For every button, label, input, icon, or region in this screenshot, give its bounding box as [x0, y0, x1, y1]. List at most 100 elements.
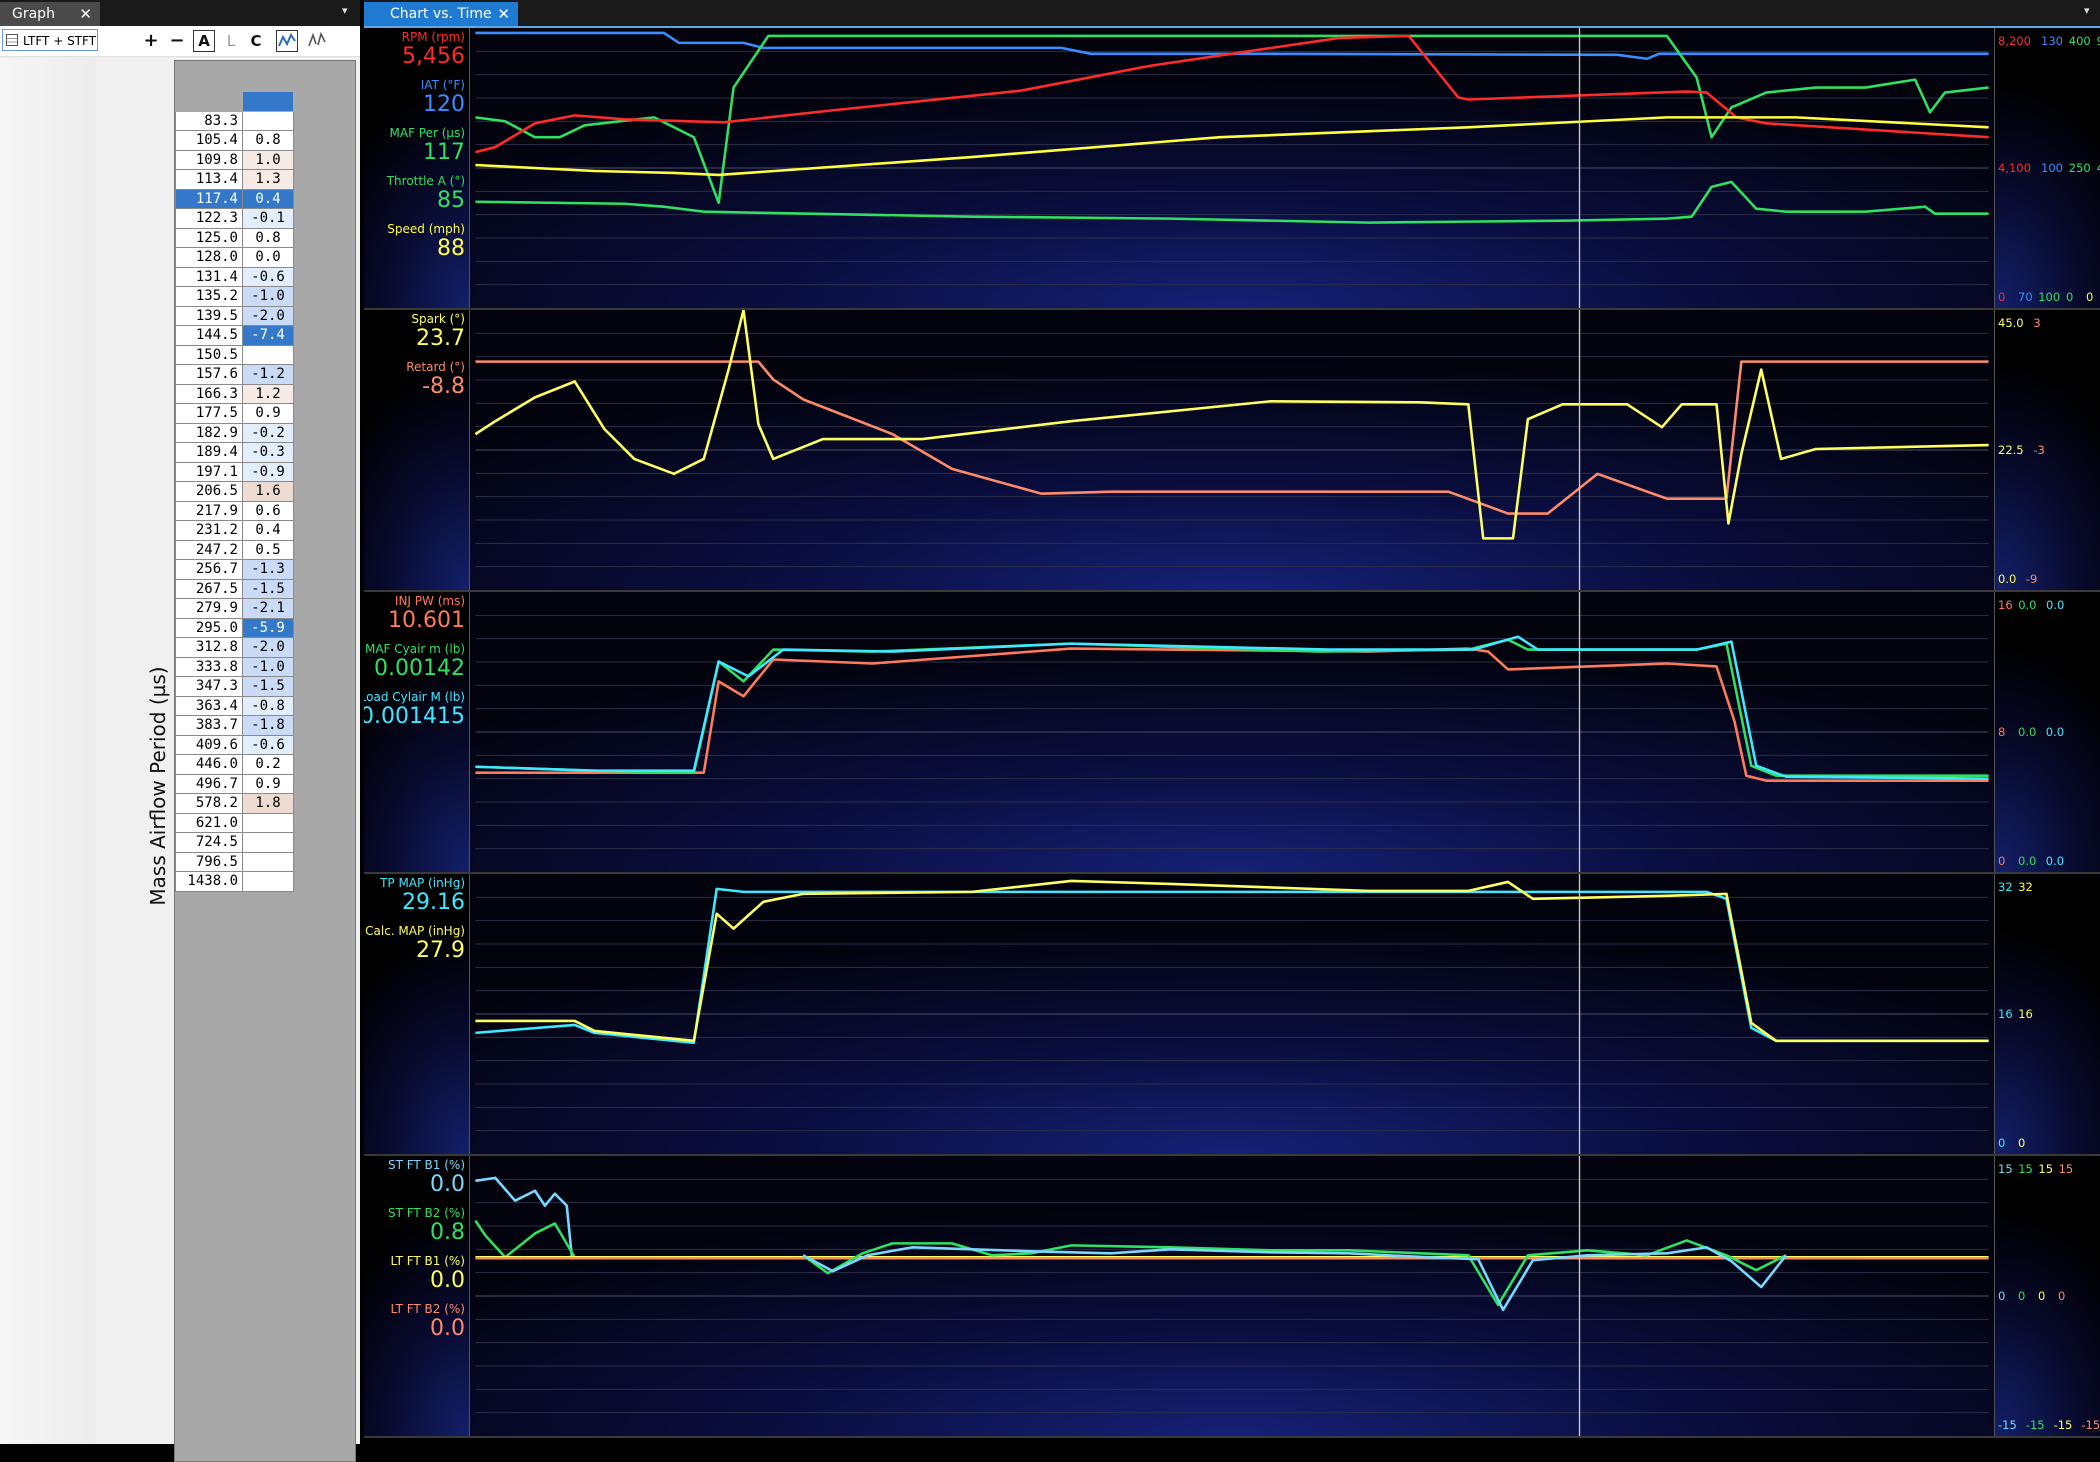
- row-header[interactable]: 150.5: [175, 344, 243, 365]
- row-header[interactable]: 177.5: [175, 403, 243, 424]
- row-header[interactable]: 197.1: [175, 461, 243, 482]
- row-header[interactable]: 312.8: [175, 637, 243, 658]
- table-cell[interactable]: 1.3: [242, 169, 294, 190]
- table-row[interactable]: 446.0 0.2: [175, 754, 294, 775]
- row-header[interactable]: 131.4: [175, 266, 243, 287]
- row-header[interactable]: 446.0: [175, 754, 243, 775]
- plot-area[interactable]: [470, 310, 1994, 590]
- table-row[interactable]: 496.7 0.9: [175, 773, 294, 794]
- table-row[interactable]: 125.0 0.8: [175, 227, 294, 248]
- row-header[interactable]: 1438.0: [175, 871, 243, 892]
- table-row[interactable]: 724.5: [175, 832, 294, 853]
- table-cell[interactable]: -1.0: [242, 286, 294, 307]
- table-cell[interactable]: -1.0: [242, 656, 294, 677]
- table-cell[interactable]: -1.2: [242, 364, 294, 385]
- table-row[interactable]: 177.5 0.9: [175, 403, 294, 424]
- row-header[interactable]: 83.3: [175, 110, 243, 131]
- chart-panel-1[interactable]: RPM (rpm) 5,456 IAT (°F) 120 MAF Per (µs) 117…: [364, 28, 2100, 310]
- row-header[interactable]: 383.7: [175, 715, 243, 736]
- table-row[interactable]: 144.5 -7.4: [175, 325, 294, 346]
- row-header[interactable]: 578.2: [175, 793, 243, 814]
- row-header[interactable]: 144.5: [175, 325, 243, 346]
- plot-area[interactable]: [470, 592, 1994, 872]
- table-row[interactable]: 256.7 -1.3: [175, 559, 294, 580]
- table-cell[interactable]: 0.5: [242, 539, 294, 560]
- chevron-down-icon[interactable]: ▾: [342, 4, 348, 17]
- table-cell[interactable]: [242, 851, 294, 872]
- table-cell[interactable]: -2.0: [242, 637, 294, 658]
- table-cell[interactable]: 0.9: [242, 773, 294, 794]
- l-button[interactable]: L: [220, 30, 242, 52]
- zoom-out-button[interactable]: −: [166, 30, 188, 52]
- table-row[interactable]: 217.9 0.6: [175, 500, 294, 521]
- table-cell[interactable]: 0.6: [242, 500, 294, 521]
- table-row[interactable]: 1438.0: [175, 871, 294, 892]
- table-row[interactable]: 105.4 0.8: [175, 130, 294, 151]
- chart-panel-5[interactable]: ST FT B1 (%) 0.0 ST FT B2 (%) 0.8 LT FT B1 (…: [364, 1156, 2100, 1438]
- row-header[interactable]: 166.3: [175, 383, 243, 404]
- chart-panel-4[interactable]: TP MAP (inHg) 29.16 Calc. MAP (inHg) 27.9 32…: [364, 874, 2100, 1156]
- close-icon[interactable]: ✕: [497, 2, 510, 26]
- table-cell[interactable]: -0.1: [242, 208, 294, 229]
- plot-area[interactable]: [470, 28, 1994, 308]
- c-button[interactable]: C: [245, 30, 267, 52]
- table-row[interactable]: 131.4 -0.6: [175, 266, 294, 287]
- table-cell[interactable]: -0.3: [242, 442, 294, 463]
- table-cell[interactable]: -5.9: [242, 617, 294, 638]
- row-header[interactable]: 113.4: [175, 169, 243, 190]
- table-cell[interactable]: 1.6: [242, 481, 294, 502]
- row-header[interactable]: 279.9: [175, 598, 243, 619]
- table-row[interactable]: 267.5 -1.5: [175, 578, 294, 599]
- table-cell[interactable]: 0.8: [242, 130, 294, 151]
- table-cell[interactable]: -1.8: [242, 715, 294, 736]
- channel-selector[interactable]: LTFT + STFT: [2, 29, 98, 51]
- chevron-down-icon[interactable]: ▾: [2084, 4, 2090, 17]
- table-cell[interactable]: -2.1: [242, 598, 294, 619]
- table-cell[interactable]: 0.4: [242, 520, 294, 541]
- table-row[interactable]: 333.8 -1.0: [175, 656, 294, 677]
- table-cell[interactable]: 1.8: [242, 793, 294, 814]
- table-row[interactable]: 135.2 -1.0: [175, 286, 294, 307]
- table-row[interactable]: 182.9 -0.2: [175, 422, 294, 443]
- table-row[interactable]: 409.6 -0.6: [175, 734, 294, 755]
- table-column-header[interactable]: [242, 91, 294, 112]
- row-header[interactable]: 267.5: [175, 578, 243, 599]
- row-header[interactable]: 496.7: [175, 773, 243, 794]
- row-header[interactable]: 231.2: [175, 520, 243, 541]
- table-row[interactable]: 128.0 0.0: [175, 247, 294, 268]
- row-header[interactable]: 182.9: [175, 422, 243, 443]
- table-cell[interactable]: -0.2: [242, 422, 294, 443]
- table-cell[interactable]: 0.9: [242, 403, 294, 424]
- row-header[interactable]: 333.8: [175, 656, 243, 677]
- table-cell[interactable]: -0.6: [242, 734, 294, 755]
- row-header[interactable]: 135.2: [175, 286, 243, 307]
- row-header[interactable]: 125.0: [175, 227, 243, 248]
- table-cell[interactable]: [242, 344, 294, 365]
- row-header[interactable]: 122.3: [175, 208, 243, 229]
- table-row[interactable]: 247.2 0.5: [175, 539, 294, 560]
- row-header[interactable]: 295.0: [175, 617, 243, 638]
- table-cell[interactable]: [242, 110, 294, 131]
- row-header[interactable]: 409.6: [175, 734, 243, 755]
- table-row[interactable]: 189.4 -0.3: [175, 442, 294, 463]
- table-cell[interactable]: 0.4: [242, 188, 294, 209]
- table-row[interactable]: 383.7 -1.8: [175, 715, 294, 736]
- table-row[interactable]: 113.4 1.3: [175, 169, 294, 190]
- a-button[interactable]: A: [193, 30, 215, 52]
- table-row[interactable]: 83.3: [175, 110, 294, 131]
- table-row[interactable]: 312.8 -2.0: [175, 637, 294, 658]
- table-row[interactable]: 363.4 -0.8: [175, 695, 294, 716]
- row-header[interactable]: 724.5: [175, 832, 243, 853]
- row-header[interactable]: 157.6: [175, 364, 243, 385]
- row-header[interactable]: 796.5: [175, 851, 243, 872]
- table-cell[interactable]: -1.5: [242, 676, 294, 697]
- row-header[interactable]: 105.4: [175, 130, 243, 151]
- table-row[interactable]: 206.5 1.6: [175, 481, 294, 502]
- row-header[interactable]: 117.4: [175, 188, 243, 209]
- table-row[interactable]: 578.2 1.8: [175, 793, 294, 814]
- table-cell[interactable]: -0.6: [242, 266, 294, 287]
- table-cell[interactable]: [242, 832, 294, 853]
- table-row[interactable]: 117.4 0.4: [175, 188, 294, 209]
- table-cell[interactable]: 0.0: [242, 247, 294, 268]
- row-header[interactable]: 217.9: [175, 500, 243, 521]
